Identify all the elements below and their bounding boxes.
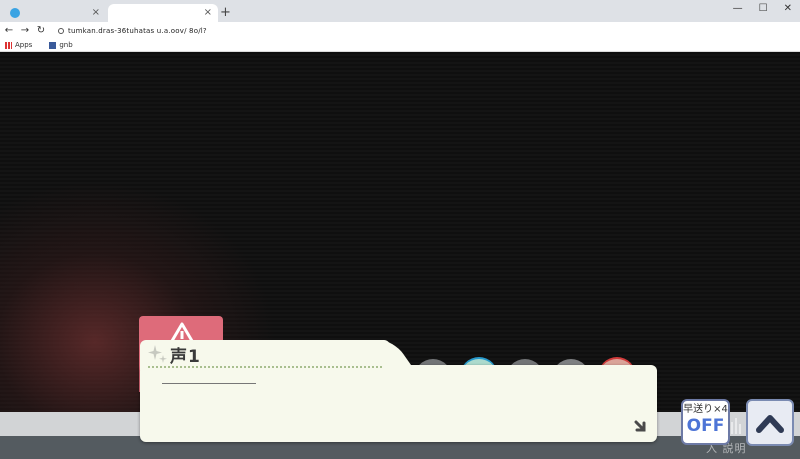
close-window-icon[interactable]: ✕: [784, 3, 792, 14]
url-text: tumkan.dras-36tuhatas u.a.oov/ 8o/l?: [68, 26, 207, 35]
browser-tab-2[interactable]: ×: [108, 4, 218, 22]
fast-forward-label: 早送り×4: [683, 404, 728, 415]
address-bar: ← → ↻ tumkan.dras-36tuhatas u.a.oov/ 8o/…: [0, 22, 800, 39]
collapse-up-button[interactable]: [746, 399, 794, 446]
apps-grid-icon: [5, 41, 12, 49]
next-page-arrow-icon[interactable]: [634, 420, 648, 434]
new-tab-button[interactable]: +: [220, 5, 231, 20]
speaker-name: 声1: [170, 347, 201, 367]
forward-arrow-icon[interactable]: →: [18, 25, 32, 36]
chevron-up-icon: [756, 414, 784, 433]
maximize-icon[interactable]: ☐: [759, 3, 768, 14]
bookmark-label: gnb: [59, 41, 73, 49]
fast-forward-state: OFF: [686, 416, 725, 436]
browser-tab-1[interactable]: ×: [2, 4, 106, 22]
bookmark-favicon-icon: [49, 41, 57, 49]
close-tab-icon[interactable]: ×: [204, 7, 212, 18]
name-divider: [148, 366, 382, 368]
fast-forward-button[interactable]: 早送り×4 OFF: [681, 399, 730, 445]
bookmark-label: Apps: [15, 41, 33, 49]
close-tab-icon[interactable]: ×: [92, 7, 100, 18]
info-icon: [58, 27, 64, 34]
dialogue-box[interactable]: [140, 365, 657, 442]
minimize-icon[interactable]: —: [733, 3, 743, 14]
reload-icon[interactable]: ↻: [34, 25, 48, 36]
bookmark-apps[interactable]: Apps: [5, 41, 32, 49]
bar-graph-icon: [730, 414, 744, 434]
text-underline: [162, 383, 256, 384]
tab-bar: × × + — ☐ ✕: [0, 0, 800, 22]
site-favicon-icon: [10, 8, 20, 18]
bookmarks-bar: Apps gnb: [0, 39, 800, 52]
url-field[interactable]: tumkan.dras-36tuhatas u.a.oov/ 8o/l?: [58, 27, 207, 35]
back-arrow-icon[interactable]: ←: [2, 25, 16, 36]
sparkle-icon: [148, 345, 167, 363]
bookmark-gnb[interactable]: gnb: [49, 41, 73, 49]
window-controls: — ☐ ✕: [733, 3, 792, 14]
